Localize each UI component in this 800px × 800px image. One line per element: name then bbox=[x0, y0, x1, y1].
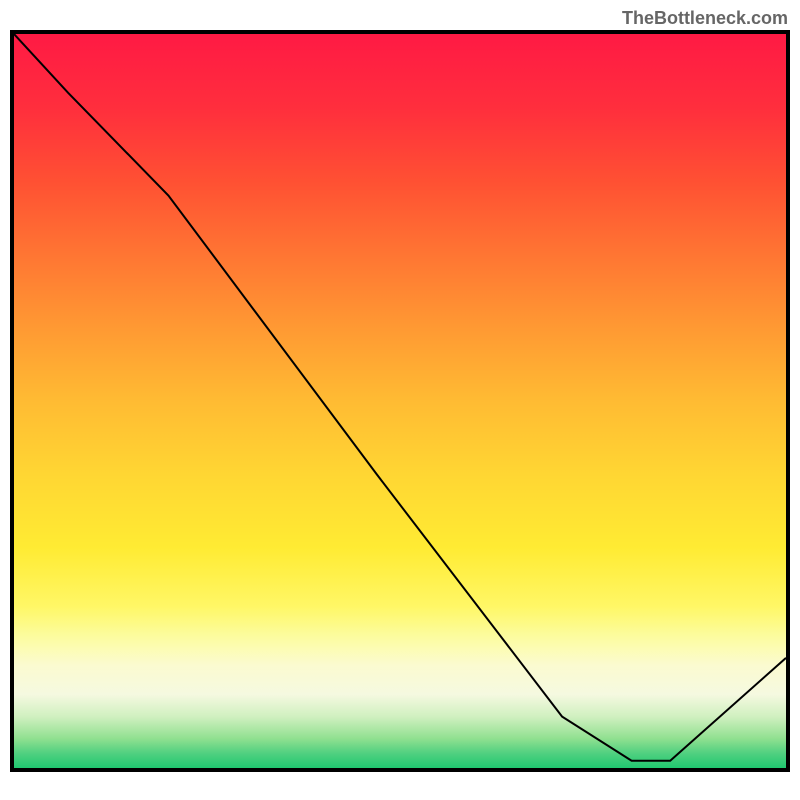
chart-line bbox=[14, 34, 786, 768]
watermark-text: TheBottleneck.com bbox=[622, 8, 788, 29]
chart-container: TheBottleneck.com bbox=[0, 0, 800, 800]
plot-area bbox=[10, 30, 790, 772]
